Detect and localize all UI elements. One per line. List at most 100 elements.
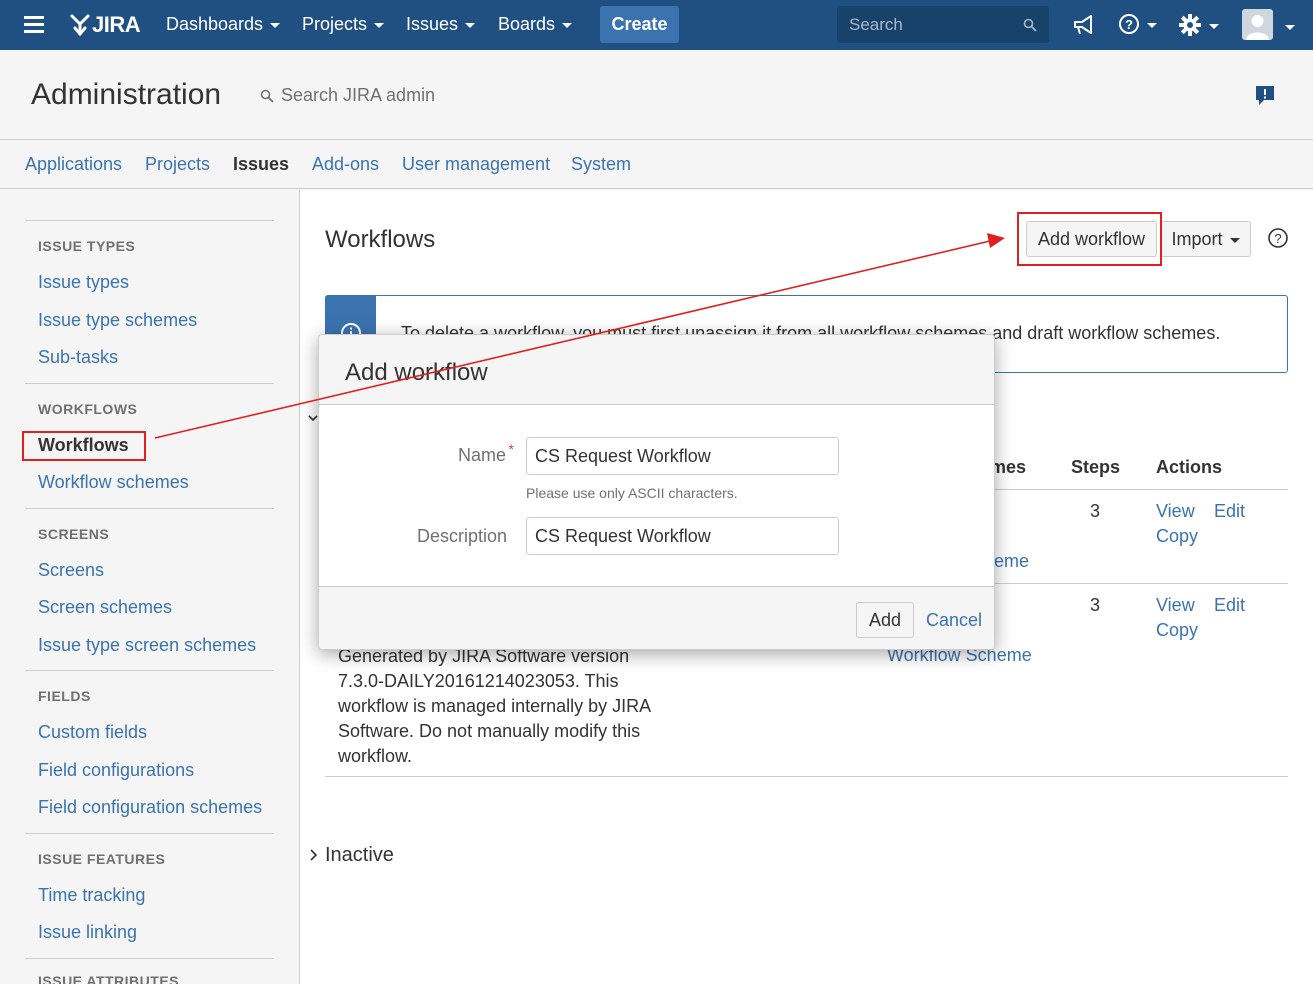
admin-search-placeholder: Search JIRA admin	[281, 85, 436, 105]
help-menu[interactable]: ?	[1118, 13, 1157, 35]
column-schemes: mes	[990, 457, 1027, 477]
sidebar-item-issue-type-schemes[interactable]: Issue type schemes	[38, 310, 197, 331]
sidebar-item-workflow-schemes[interactable]: Workflow schemes	[38, 472, 189, 493]
inactive-section-toggle[interactable]: Inactive	[325, 844, 394, 867]
name-label: Name *	[419, 441, 514, 466]
sidebar-item-field-configurations[interactable]: Field configurations	[38, 760, 194, 781]
chevron-down-icon	[270, 23, 281, 28]
feedback-icon[interactable]	[1255, 85, 1275, 107]
sidebar-divider	[25, 833, 274, 834]
sidebar-divider	[25, 958, 274, 959]
user-icon	[1246, 15, 1269, 40]
name-input[interactable]	[526, 437, 839, 475]
sidebar-heading-issue-attributes: ISSUE ATTRIBUTES	[38, 973, 180, 984]
name-label-text: Name	[457, 445, 506, 465]
description-label: Description	[416, 526, 507, 546]
svg-text:?: ?	[1125, 17, 1133, 32]
dialog-header: Add workflow	[319, 335, 994, 405]
nav-projects[interactable]: Projects	[302, 14, 385, 35]
annotation-highlight-workflows	[22, 431, 146, 461]
row-2-steps: 3	[1090, 595, 1101, 615]
sidebar-item-screen-schemes[interactable]: Screen schemes	[38, 597, 172, 618]
nav-boards[interactable]: Boards	[498, 14, 573, 35]
chevron-down-icon	[1229, 237, 1240, 243]
chevron-right-icon[interactable]	[308, 848, 318, 862]
search-icon	[1023, 18, 1037, 32]
dialog-footer: Add Cancel	[319, 586, 994, 649]
tab-user-management[interactable]: User management	[402, 154, 550, 175]
nav-label: Issues	[406, 14, 459, 34]
chevron-down-icon	[562, 23, 573, 28]
sidebar-item-custom-fields[interactable]: Custom fields	[38, 722, 147, 743]
chevron-down-icon	[374, 23, 385, 28]
logo-text: JIRA	[92, 12, 141, 37]
help-icon: ?	[1119, 14, 1139, 34]
row-1-scheme-link[interactable]: eme	[994, 551, 1029, 572]
create-button[interactable]: Create	[600, 6, 679, 43]
tab-applications[interactable]: Applications	[25, 154, 122, 175]
sidebar-item-field-configuration-schemes[interactable]: Field configuration schemes	[38, 797, 262, 818]
chevron-down-icon	[1147, 22, 1157, 28]
nav-issues[interactable]: Issues	[406, 14, 476, 35]
row-2-view-link[interactable]: View	[1156, 595, 1195, 616]
search-placeholder: Search	[849, 15, 903, 34]
row-1-view-link[interactable]: View	[1156, 501, 1195, 522]
import-label: Import	[1171, 228, 1223, 249]
tab-projects[interactable]: Projects	[145, 154, 210, 175]
megaphone-icon[interactable]	[1072, 14, 1096, 36]
admin-search-input[interactable]: Search JIRA admin	[260, 85, 435, 106]
row-1-steps: 3	[1090, 501, 1101, 521]
sidebar-item-issue-linking[interactable]: Issue linking	[38, 922, 137, 943]
nav-label: Dashboards	[166, 14, 264, 34]
menu-icon[interactable]	[24, 16, 44, 34]
nav-dashboards[interactable]: Dashboards	[166, 14, 281, 35]
add-button[interactable]: Add	[856, 602, 914, 638]
sidebar-divider	[25, 220, 274, 221]
admin-header: Administration Search JIRA admin	[0, 50, 1313, 140]
sidebar-heading-workflows: WORKFLOWS	[38, 401, 138, 417]
annotation-highlight-add-workflow	[1017, 212, 1162, 266]
add-workflow-dialog: Add workflow Name* Please use only ASCII…	[318, 334, 995, 650]
column-actions: Actions	[1156, 457, 1223, 477]
sidebar-item-time-tracking[interactable]: Time tracking	[38, 885, 145, 906]
tab-add-ons[interactable]: Add-ons	[312, 154, 379, 175]
column-steps: Steps	[1071, 457, 1121, 477]
sidebar-item-sub-tasks[interactable]: Sub-tasks	[38, 347, 118, 368]
description-input[interactable]	[526, 517, 839, 555]
sidebar-divider	[25, 670, 274, 671]
page-title: Administration	[31, 78, 222, 111]
row-2-description: Generated by JIRA Software version 7.3.0…	[338, 646, 651, 766]
help-icon[interactable]: ?	[1267, 227, 1289, 249]
cancel-link[interactable]: Cancel	[926, 610, 982, 631]
sidebar-divider	[25, 383, 274, 384]
chevron-down-icon	[465, 23, 476, 28]
sidebar-heading-issue-types: ISSUE TYPES	[38, 238, 136, 254]
search-input[interactable]: Search	[837, 6, 1049, 43]
row-1-copy-link[interactable]: Copy	[1156, 526, 1198, 547]
sidebar-divider	[25, 508, 274, 509]
jira-logo[interactable]: JIRA	[70, 10, 141, 40]
sidebar-item-screens[interactable]: Screens	[38, 560, 104, 581]
chevron-down-icon	[1209, 23, 1219, 29]
svg-text:?: ?	[1274, 231, 1281, 246]
dialog-title: Add workflow	[345, 359, 488, 386]
import-button[interactable]: Import	[1160, 221, 1251, 257]
sidebar-item-issue-types[interactable]: Issue types	[38, 272, 129, 293]
search-icon	[260, 89, 274, 103]
nav-label: Projects	[302, 14, 368, 34]
sidebar-item-issue-type-screen-schemes[interactable]: Issue type screen schemes	[38, 635, 256, 656]
chevron-down-icon[interactable]	[1285, 25, 1295, 30]
workflows-title: Workflows	[325, 226, 436, 253]
nav-label: Boards	[498, 14, 556, 34]
sidebar-heading-fields: FIELDS	[38, 688, 91, 704]
sidebar-heading-screens: SCREENS	[38, 526, 110, 542]
row-2-copy-link[interactable]: Copy	[1156, 620, 1198, 641]
tab-system[interactable]: System	[571, 154, 631, 175]
settings-menu[interactable]	[1178, 13, 1219, 37]
avatar[interactable]	[1242, 9, 1273, 40]
top-navigation: JIRA Dashboards Projects Issues Boards C…	[0, 0, 1313, 50]
sidebar-heading-issue-features: ISSUE FEATURES	[38, 851, 166, 867]
tab-issues[interactable]: Issues	[233, 154, 289, 175]
row-2-edit-link[interactable]: Edit	[1214, 595, 1245, 616]
row-1-edit-link[interactable]: Edit	[1214, 501, 1245, 522]
